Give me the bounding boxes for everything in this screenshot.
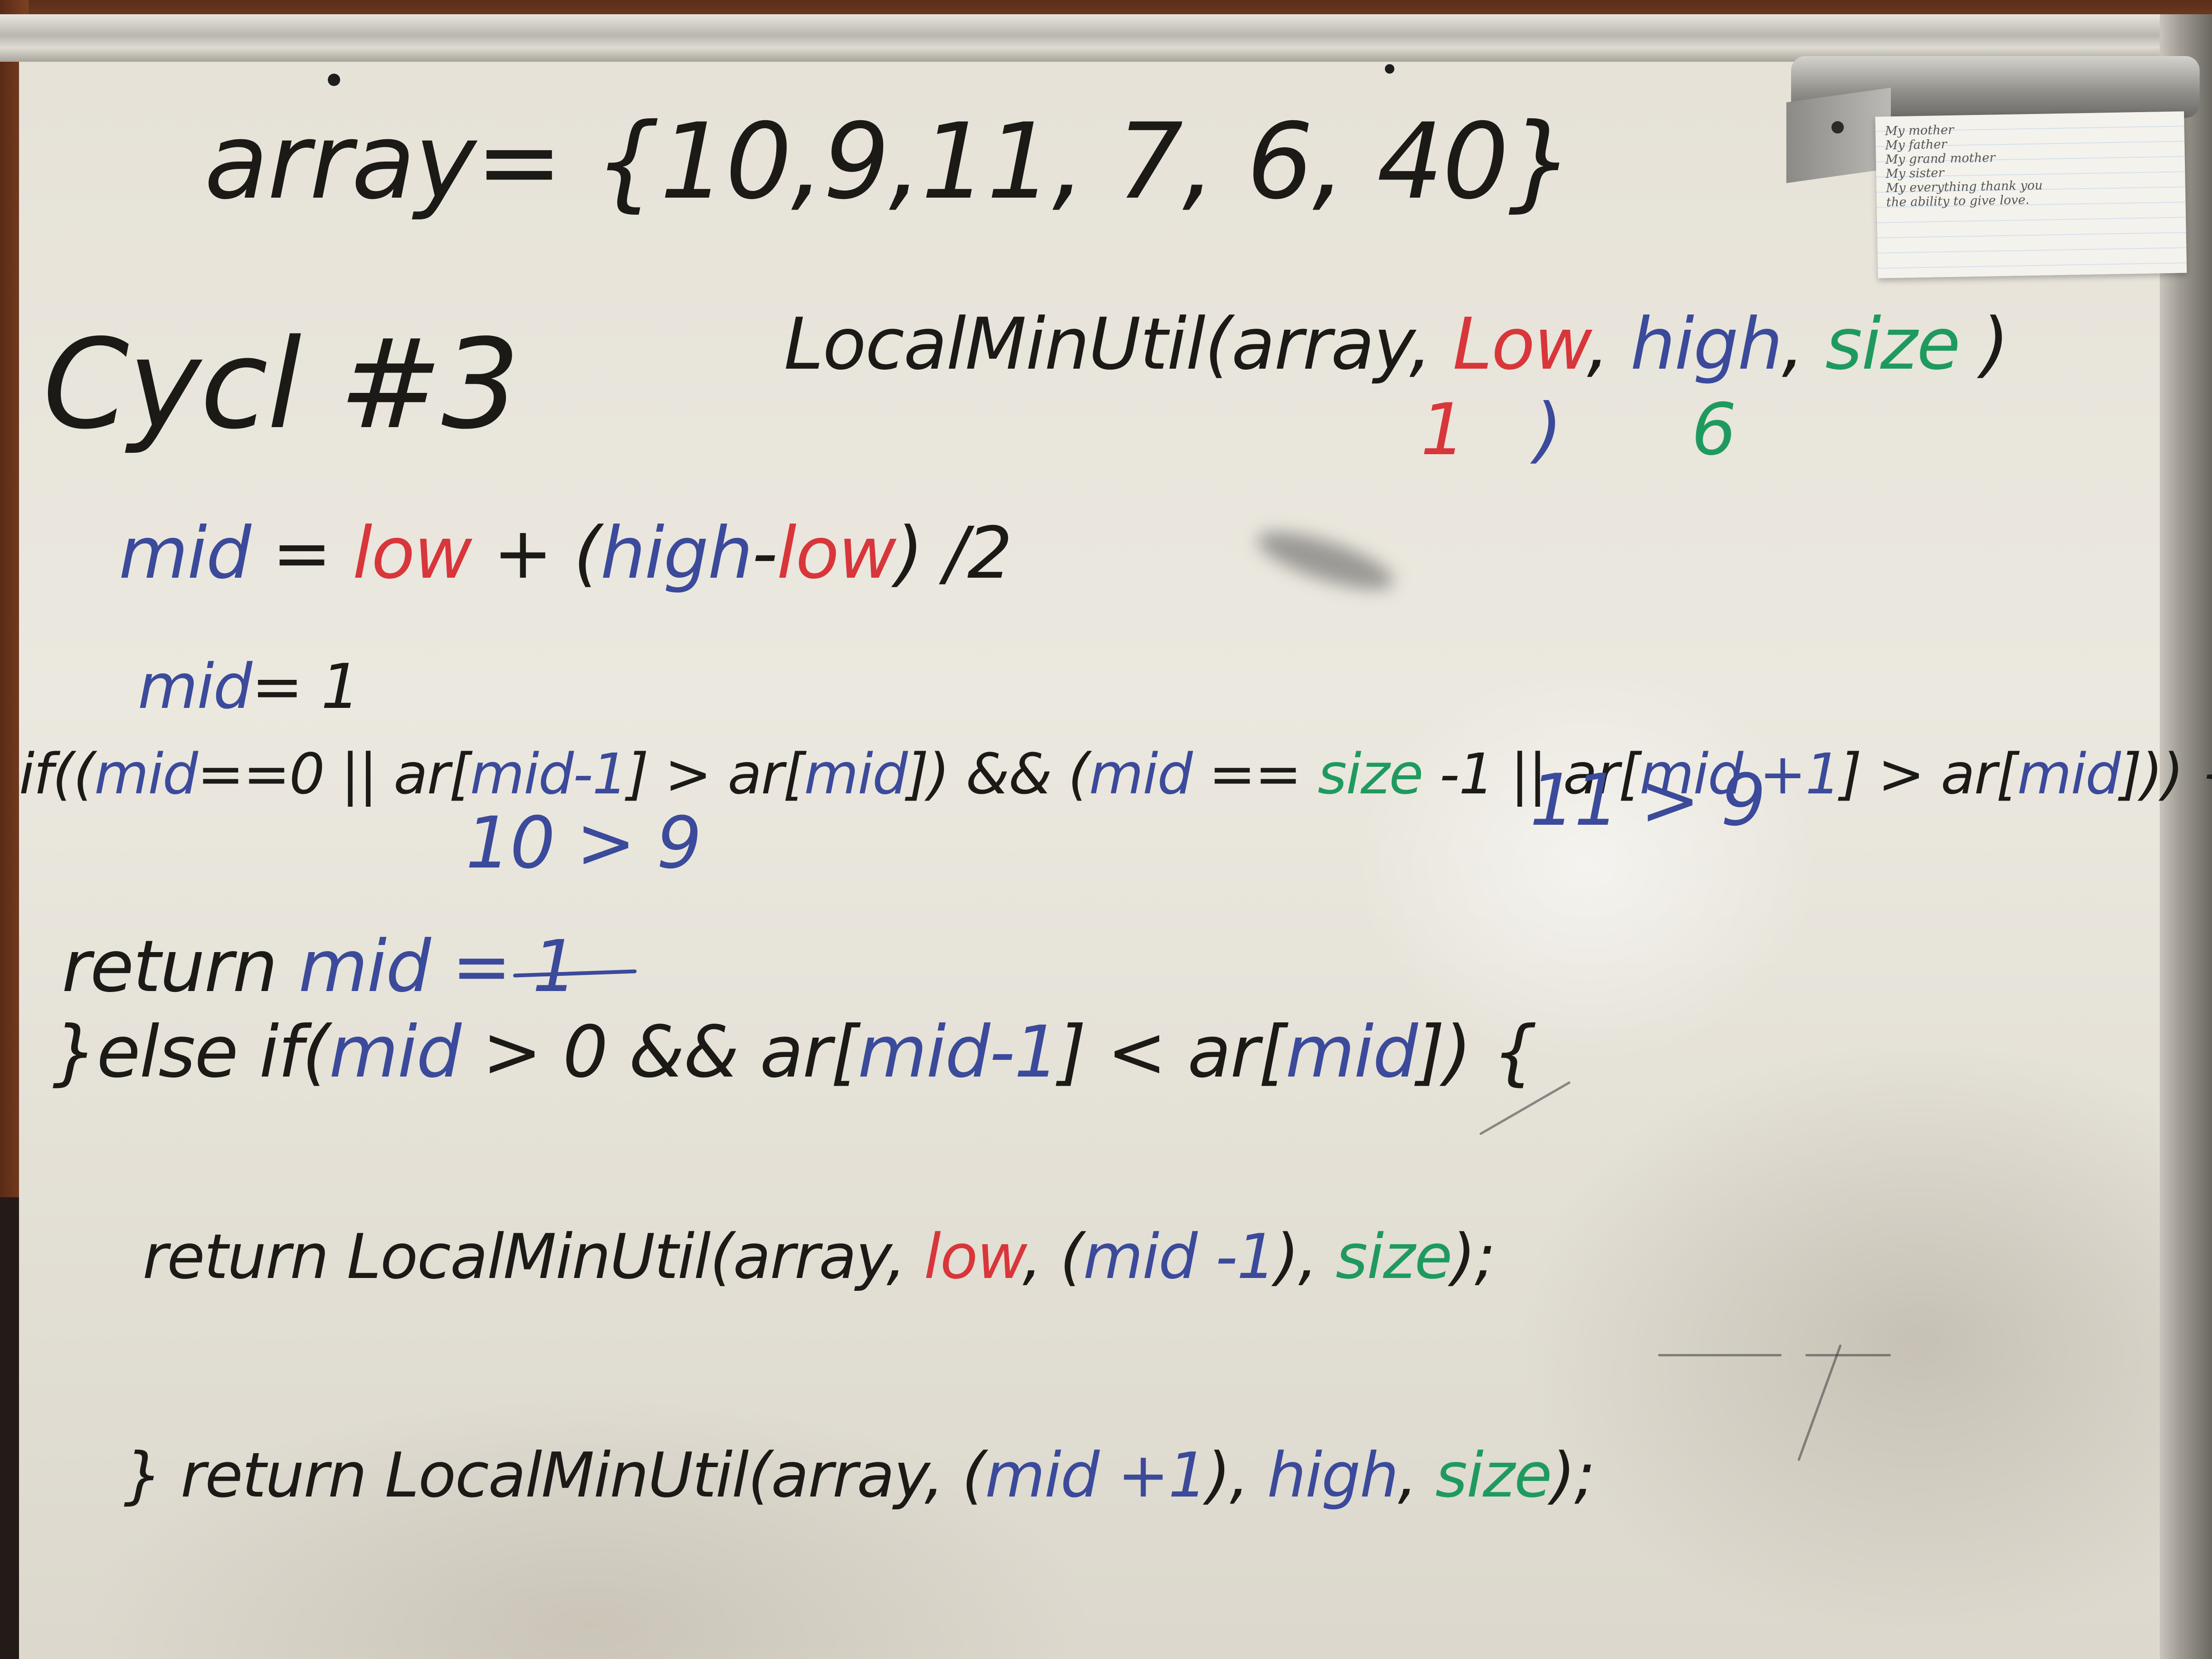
formula-tail: ) /2 — [896, 512, 1012, 595]
size-var: size — [1335, 1220, 1452, 1293]
code-fragment: ); — [1551, 1439, 1595, 1511]
mid-var: mid-1 — [470, 741, 628, 807]
mid-var: mid — [94, 741, 198, 807]
mid-var: mid +1 — [985, 1439, 1207, 1511]
whiteboard-frame-top — [0, 14, 2212, 62]
size-value: 6 — [1691, 389, 1736, 471]
return-left-call: return LocalMinUtil(array, low, (mid -1)… — [143, 1226, 1496, 1287]
code-fragment: ]) { — [1417, 1011, 1538, 1094]
equals: = — [250, 512, 353, 595]
code-fragment: ] > ar[ — [627, 741, 805, 807]
code-fragment: }else if( — [52, 1011, 330, 1094]
function-call: LocalMinUtil(array, Low, high, size ) — [784, 309, 2009, 380]
param-low: Low — [1452, 303, 1588, 386]
low-value: 1 — [1421, 389, 1466, 471]
mid-var: mid — [1285, 1011, 1418, 1094]
high-var: high — [600, 512, 753, 595]
code-fragment: ); — [1451, 1220, 1496, 1293]
code-fragment: ] > ar[ — [1840, 741, 2018, 807]
code-fragment: ), — [1206, 1439, 1267, 1511]
code-fragment: ] < ar[ — [1058, 1011, 1287, 1094]
mid-var: mid — [1089, 741, 1193, 807]
call-suffix: ) — [1959, 303, 2009, 386]
array-definition: array= {10,9,11, 7, 6, 40} — [204, 101, 1574, 222]
code-fragment: ), — [1275, 1220, 1336, 1293]
code-fragment: } return LocalMinUtil(array, ( — [124, 1439, 986, 1511]
return-keyword: return — [62, 925, 299, 1008]
pin-mark — [1385, 64, 1394, 74]
low-var: low — [353, 512, 472, 595]
mid-var: mid — [298, 925, 431, 1008]
board-scratch — [1658, 1354, 1782, 1356]
mid-value-line: mid= 1 — [138, 656, 360, 717]
pin-mark — [328, 74, 340, 86]
cycle-label: Cycl #3 — [43, 313, 520, 457]
whiteboard-surface — [19, 57, 2162, 1659]
code-fragment: ==0 || ar[ — [197, 741, 471, 807]
mid-formula: mid = low + (high-low) /2 — [119, 518, 1012, 589]
param-high: high — [1630, 303, 1783, 386]
call-comma: , — [1587, 303, 1630, 386]
code-fragment: == — [1192, 741, 1318, 807]
mid-var: mid — [2017, 741, 2121, 807]
mid-var: mid — [138, 650, 252, 723]
code-fragment: , — [1398, 1439, 1436, 1511]
low-var: low — [776, 512, 896, 595]
return-mid: return mid = 1 — [62, 931, 578, 1002]
call-comma: , — [1782, 303, 1825, 386]
code-fragment: , ( — [1022, 1220, 1084, 1293]
clip-screw — [1831, 121, 1844, 133]
mid-var: mid — [119, 512, 251, 595]
mid-value: = 1 — [251, 650, 360, 723]
plus-paren: + ( — [471, 512, 601, 595]
size-var: size — [1435, 1439, 1552, 1511]
size-var: size — [1317, 741, 1424, 807]
mid-var: mid — [329, 1011, 462, 1094]
call-prefix: LocalMinUtil(array, — [784, 303, 1453, 386]
code-fragment: if(( — [19, 741, 95, 807]
high-value: ) — [1535, 389, 1563, 471]
note-card: My mother My father My grand mother My s… — [1875, 111, 2187, 278]
mid-var: mid-1 — [858, 1011, 1059, 1094]
minus: - — [752, 512, 778, 595]
board-scratch — [1805, 1354, 1891, 1356]
code-fragment: ])) { — [2120, 741, 2212, 807]
compare-left: 10 > 9 — [466, 802, 702, 885]
low-var: low — [924, 1220, 1024, 1293]
param-size: size — [1825, 303, 1961, 386]
return-right-call: } return LocalMinUtil(array, (mid +1), h… — [124, 1444, 1595, 1506]
high-var: high — [1267, 1439, 1399, 1511]
code-fragment: return LocalMinUtil(array, — [143, 1220, 924, 1293]
if-condition: if((mid==0 || ar[mid-1] > ar[mid]) && (m… — [19, 746, 2212, 802]
compare-right: 11 > 9 — [1530, 759, 1766, 842]
else-if-condition: }else if(mid > 0 && ar[mid-1] < ar[mid])… — [52, 1017, 1538, 1088]
return-value: = 1 — [430, 925, 578, 1008]
mid-var: mid -1 — [1083, 1220, 1276, 1293]
code-fragment: ]) && ( — [907, 741, 1090, 807]
mid-var: mid — [804, 741, 908, 807]
code-fragment: > 0 && ar[ — [460, 1011, 858, 1094]
